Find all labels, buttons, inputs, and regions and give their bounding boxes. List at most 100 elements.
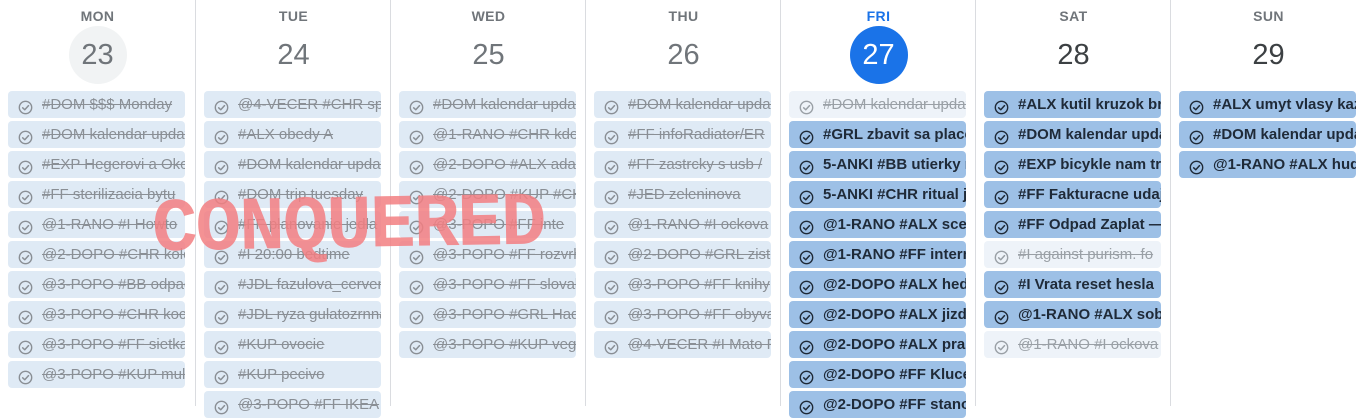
task-title: @4-VECER #CHR sp bbox=[238, 96, 381, 113]
task-chip[interactable]: #GRL zbavit sa place bbox=[789, 121, 966, 148]
task-chip[interactable]: @1-RANO #I ockova bbox=[984, 331, 1161, 358]
task-chip[interactable]: #I against purism. fo bbox=[984, 241, 1161, 268]
task-title: #ALX obedy A bbox=[238, 126, 334, 143]
check-circle-icon bbox=[18, 277, 33, 295]
check-circle-icon bbox=[1189, 97, 1204, 115]
task-chip[interactable]: #JDL fazulova_cervena bbox=[204, 271, 381, 298]
task-chip[interactable]: @1-RANO #CHR kde bbox=[399, 121, 576, 148]
check-circle-icon bbox=[604, 277, 619, 295]
task-chip[interactable]: @3-POPO #KUP veg bbox=[399, 331, 576, 358]
task-chip[interactable]: #I Vrata reset hesla bbox=[984, 271, 1161, 298]
check-circle-icon bbox=[799, 307, 814, 325]
check-circle-icon bbox=[799, 367, 814, 385]
check-circle-icon bbox=[799, 217, 814, 235]
task-title: #DOM $$$ Monday bbox=[42, 96, 173, 113]
task-chip[interactable]: @1-RANO #ALX sob bbox=[984, 301, 1161, 328]
task-chip[interactable]: #DOM kalendar update bbox=[204, 151, 381, 178]
task-chip[interactable]: @4-VECER #I Mato F bbox=[594, 331, 771, 358]
task-title: @2-DOPO #FF Kluce bbox=[823, 366, 966, 383]
task-title: @1-RANO #ALX hud bbox=[1213, 156, 1356, 173]
task-chip[interactable]: @3-POPO #GRL Had bbox=[399, 301, 576, 328]
task-chip[interactable]: #FF zastrcky s usb / bbox=[594, 151, 771, 178]
task-chip[interactable]: 5-ANKI #CHR ritual j bbox=[789, 181, 966, 208]
task-title: #KUP ovocie bbox=[238, 336, 325, 353]
task-chip[interactable]: @3-POPO #FF knihy bbox=[594, 271, 771, 298]
check-circle-icon bbox=[409, 337, 424, 355]
task-chip[interactable]: @3-POPO #FF obyva bbox=[594, 301, 771, 328]
check-circle-icon bbox=[18, 187, 33, 205]
task-chip[interactable]: #FF Odpad Zaplat — bbox=[984, 211, 1161, 238]
task-chip[interactable]: #DOM $$$ Monday bbox=[8, 91, 185, 118]
task-title: #ALX kutil kruzok br bbox=[1018, 96, 1161, 113]
task-title: @1-RANO #ALX sob bbox=[1018, 306, 1161, 323]
day-of-week-label: SUN bbox=[1253, 8, 1284, 24]
check-circle-icon bbox=[994, 277, 1009, 295]
check-circle-icon bbox=[409, 127, 424, 145]
day-column-fri[interactable]: FRI 27 #DOM kalendar update #GRL zbavit sa … bbox=[780, 0, 976, 418]
task-chip[interactable]: @3-POPO #KUP mulc bbox=[8, 361, 185, 388]
check-circle-icon bbox=[994, 97, 1009, 115]
check-circle-icon bbox=[409, 307, 424, 325]
day-number-button[interactable]: 29 bbox=[1240, 26, 1298, 84]
day-of-week-label: TUE bbox=[278, 8, 309, 24]
task-chip[interactable]: #KUP pecivo bbox=[204, 361, 381, 388]
task-title: @1-RANO #ALX sce bbox=[823, 216, 966, 233]
day-number-button[interactable]: 24 bbox=[265, 26, 323, 84]
check-circle-icon bbox=[214, 97, 229, 115]
task-chip[interactable]: @2-DOPO #FF stano bbox=[789, 391, 966, 418]
task-chip[interactable]: @2-DOPO #ALX ada bbox=[399, 151, 576, 178]
task-chip[interactable]: @3-POPO #FF sietka bbox=[8, 331, 185, 358]
task-chip[interactable]: #DOM kalendar update bbox=[1179, 121, 1356, 148]
day-of-week-label: THU bbox=[668, 8, 699, 24]
day-number-button[interactable]: 23 bbox=[68, 26, 127, 84]
task-chip[interactable]: #EXP Hegerovi a Okoli bbox=[8, 151, 185, 178]
check-circle-icon bbox=[604, 337, 619, 355]
task-chip[interactable]: @3-POPO #CHR kocka bbox=[8, 301, 185, 328]
task-title: #DOM kalendar update bbox=[628, 96, 771, 113]
check-circle-icon bbox=[604, 127, 619, 145]
task-chip[interactable]: @2-DOPO #ALX pran bbox=[789, 331, 966, 358]
task-chip[interactable]: @4-VECER #CHR sp bbox=[204, 91, 381, 118]
check-circle-icon bbox=[1189, 157, 1204, 175]
day-column-sat[interactable]: SAT 28 #ALX kutil kruzok br #DOM kalendar u… bbox=[975, 0, 1171, 406]
task-chip[interactable]: @1-RANO #ALX sce bbox=[789, 211, 966, 238]
task-chip[interactable]: @2-DOPO #ALX hed bbox=[789, 271, 966, 298]
task-chip[interactable]: @3-POPO #FF IKEA bbox=[204, 391, 381, 418]
task-title: @2-DOPO #ALX hed bbox=[823, 276, 966, 293]
day-number-button[interactable]: 27 bbox=[849, 26, 908, 84]
day-number-button[interactable]: 25 bbox=[460, 26, 518, 84]
task-title: #GRL zbavit sa place bbox=[823, 126, 966, 143]
check-circle-icon bbox=[214, 367, 229, 385]
task-chip[interactable]: #FF Fakturacne udaj bbox=[984, 181, 1161, 208]
task-chip[interactable]: @2-DOPO #FF Kluce bbox=[789, 361, 966, 388]
task-chip[interactable]: #FF infoRadiator/ER bbox=[594, 121, 771, 148]
task-chip[interactable]: #DOM kalendar update bbox=[984, 121, 1161, 148]
task-chip[interactable]: #JDL ryza gulatozrnna bbox=[204, 301, 381, 328]
check-circle-icon bbox=[18, 367, 33, 385]
task-title: #DOM kalendar update bbox=[1213, 126, 1356, 143]
task-chip[interactable]: #EXP bicykle nam tr bbox=[984, 151, 1161, 178]
task-chip[interactable]: 5-ANKI #BB utierky n bbox=[789, 151, 966, 178]
task-chip[interactable]: #DOM kalendar update bbox=[789, 91, 966, 118]
task-chip[interactable]: #ALX kutil kruzok br bbox=[984, 91, 1161, 118]
task-chip[interactable]: @1-RANO #ALX hud bbox=[1179, 151, 1356, 178]
task-chip[interactable]: #DOM kalendar update bbox=[399, 91, 576, 118]
task-chip[interactable]: @3-POPO #FF slovak bbox=[399, 271, 576, 298]
task-chip[interactable]: #ALX umyt vlasy kaz bbox=[1179, 91, 1356, 118]
task-title: #FF Odpad Zaplat — bbox=[1018, 216, 1161, 233]
task-chip[interactable]: #ALX obedy A bbox=[204, 121, 381, 148]
task-chip[interactable]: @3-POPO #BB odpad bbox=[8, 271, 185, 298]
day-number-button[interactable]: 26 bbox=[655, 26, 713, 84]
check-circle-icon bbox=[799, 277, 814, 295]
task-title: @3-POPO #KUP mulc bbox=[42, 366, 185, 383]
day-number-button[interactable]: 28 bbox=[1045, 26, 1103, 84]
day-column-sun[interactable]: SUN 29 #ALX umyt vlasy kaz #DOM kalendar up… bbox=[1170, 0, 1365, 406]
check-circle-icon bbox=[994, 307, 1009, 325]
task-chip[interactable]: @2-DOPO #ALX jizd bbox=[789, 301, 966, 328]
task-chip[interactable]: @1-RANO #FF intern bbox=[789, 241, 966, 268]
task-chip[interactable]: #DOM kalendar update bbox=[594, 91, 771, 118]
check-circle-icon bbox=[604, 157, 619, 175]
task-chip[interactable]: #DOM kalendar update bbox=[8, 121, 185, 148]
task-chip[interactable]: #KUP ovocie bbox=[204, 331, 381, 358]
check-circle-icon bbox=[799, 157, 814, 175]
